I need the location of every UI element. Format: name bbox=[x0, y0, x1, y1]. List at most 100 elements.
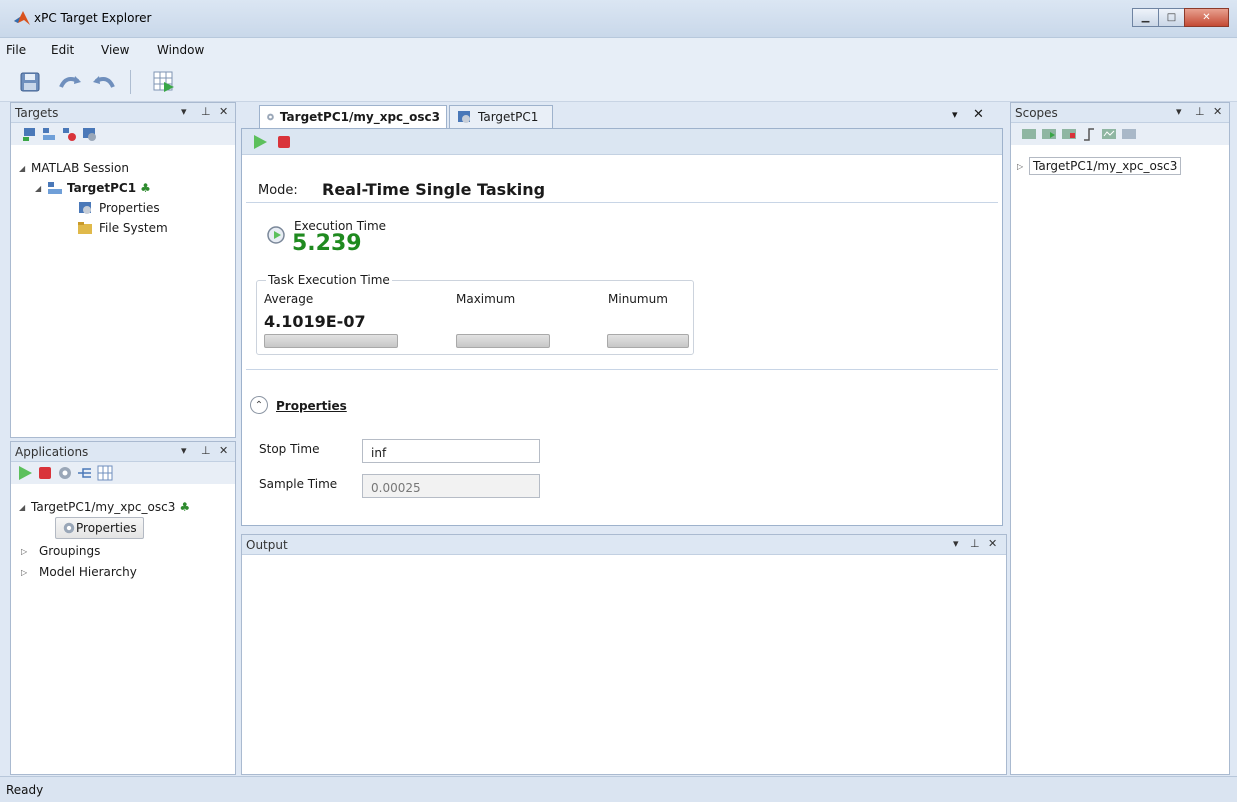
signal-icon[interactable] bbox=[77, 465, 93, 481]
start-scope-icon[interactable] bbox=[1041, 126, 1057, 142]
average-label: Average bbox=[264, 292, 314, 306]
collapse-triangle-icon[interactable]: ▷ bbox=[1017, 162, 1029, 171]
close-icon[interactable]: ✕ bbox=[219, 444, 228, 457]
tab-label: TargetPC1 bbox=[478, 110, 539, 124]
average-value: 4.1019E-07 bbox=[264, 312, 366, 331]
tab-application[interactable]: TargetPC1/my_xpc_osc3 bbox=[259, 105, 447, 128]
tree-node-scope-application[interactable]: ▷ TargetPC1/my_xpc_osc3 bbox=[1017, 157, 1182, 175]
panel-menu-icon[interactable]: ▾ bbox=[1176, 105, 1182, 118]
redo-icon[interactable] bbox=[90, 68, 118, 96]
start-icon[interactable] bbox=[252, 134, 268, 150]
targets-panel: Targets ▾ ⊥ ✕ ◢ MATLAB Session ◢ TargetP… bbox=[10, 102, 236, 438]
target-properties-icon[interactable] bbox=[81, 126, 97, 142]
trigger-icon[interactable] bbox=[1081, 126, 1097, 142]
targets-toolbar bbox=[11, 123, 235, 145]
expand-triangle-icon[interactable]: ◢ bbox=[35, 184, 47, 193]
title-bar: xPC Target Explorer ▁ □ ✕ bbox=[0, 0, 1237, 38]
scope-view-icon[interactable] bbox=[1101, 126, 1117, 142]
collapse-triangle-icon[interactable]: ▷ bbox=[21, 547, 33, 556]
close-tab-icon[interactable]: ✕ bbox=[973, 107, 984, 122]
panel-menu-icon[interactable]: ▾ bbox=[181, 444, 187, 457]
sample-time-field: 0.00025 bbox=[362, 474, 540, 498]
mode-label: Mode: bbox=[258, 183, 298, 198]
execution-time-value: 5.239 bbox=[292, 231, 362, 256]
divider bbox=[246, 202, 998, 203]
execution-clock-icon bbox=[267, 226, 285, 244]
tree-node-properties[interactable]: Properties bbox=[77, 199, 160, 217]
expand-triangle-icon[interactable]: ◢ bbox=[19, 503, 31, 512]
layout-icon[interactable] bbox=[150, 68, 178, 96]
properties-button-label: Properties bbox=[76, 521, 137, 535]
tab-menu-icon[interactable]: ▾ bbox=[952, 108, 958, 121]
status-text: Ready bbox=[6, 783, 44, 797]
close-icon[interactable]: ✕ bbox=[219, 105, 228, 118]
scope-properties-icon[interactable] bbox=[1121, 126, 1137, 142]
tree-label: TargetPC1/my_xpc_osc3 bbox=[31, 500, 176, 514]
panel-menu-icon[interactable]: ▾ bbox=[953, 537, 959, 550]
properties-button[interactable]: Properties bbox=[55, 517, 144, 539]
tree-node-file-system[interactable]: File System bbox=[77, 219, 168, 237]
targets-panel-title: Targets bbox=[15, 106, 59, 120]
scopes-panel: Scopes ▾ ⊥ ✕ ▷ TargetPC1/my_xpc_osc3 bbox=[1010, 102, 1230, 775]
start-icon[interactable] bbox=[17, 465, 33, 481]
collapse-properties-icon[interactable]: ⌃ bbox=[250, 396, 268, 414]
output-panel: Output ▾ ⊥ ✕ bbox=[241, 534, 1007, 775]
scopes-toolbar bbox=[1011, 123, 1229, 145]
disconnect-target-icon[interactable] bbox=[61, 126, 77, 142]
table-icon[interactable] bbox=[97, 465, 113, 481]
tree-label: TargetPC1 bbox=[67, 181, 137, 195]
target-computer-icon bbox=[48, 182, 62, 194]
close-window-button[interactable]: ✕ bbox=[1184, 8, 1229, 27]
collapse-triangle-icon[interactable]: ▷ bbox=[21, 568, 33, 577]
minimum-label: Minumum bbox=[608, 292, 668, 306]
minimum-bar bbox=[607, 334, 689, 348]
maximum-label: Maximum bbox=[456, 292, 516, 306]
output-panel-title: Output bbox=[246, 538, 288, 552]
tree-node-matlab-session[interactable]: ◢ MATLAB Session bbox=[19, 159, 129, 177]
pin-icon[interactable]: ⊥ bbox=[1195, 105, 1205, 118]
stop-time-input[interactable]: inf bbox=[362, 439, 540, 463]
tree-node-application[interactable]: ◢ TargetPC1/my_xpc_osc3 ♣ bbox=[19, 498, 190, 516]
close-icon[interactable]: ✕ bbox=[1213, 105, 1222, 118]
gear-icon bbox=[267, 113, 274, 121]
tree-node-groupings[interactable]: ▷ Groupings bbox=[19, 542, 100, 560]
stop-icon[interactable] bbox=[37, 465, 53, 481]
close-icon[interactable]: ✕ bbox=[988, 537, 997, 550]
application-document: Mode: Real-Time Single Tasking Execution… bbox=[241, 128, 1003, 526]
output-panel-header: Output ▾ ⊥ ✕ bbox=[242, 535, 1006, 555]
stop-icon[interactable] bbox=[276, 134, 292, 150]
scopes-panel-header: Scopes ▾ ⊥ ✕ bbox=[1011, 103, 1229, 123]
minimize-button[interactable]: ▁ bbox=[1132, 8, 1159, 27]
tree-node-model-hierarchy[interactable]: ▷ Model Hierarchy bbox=[19, 563, 137, 581]
status-bar: Ready bbox=[0, 776, 1237, 802]
pin-icon[interactable]: ⊥ bbox=[201, 444, 211, 457]
undo-icon[interactable] bbox=[56, 68, 84, 96]
menu-view[interactable]: View bbox=[101, 43, 129, 57]
tree-node-target[interactable]: ◢ TargetPC1 ♣ bbox=[35, 179, 151, 197]
pin-icon[interactable]: ⊥ bbox=[970, 537, 980, 550]
properties-header[interactable]: Properties bbox=[276, 399, 347, 413]
stop-scope-icon[interactable] bbox=[1061, 126, 1077, 142]
stop-time-label: Stop Time bbox=[259, 442, 320, 456]
tree-label: MATLAB Session bbox=[31, 161, 129, 175]
window-title: xPC Target Explorer bbox=[34, 11, 152, 25]
maximize-button[interactable]: □ bbox=[1158, 8, 1185, 27]
expand-triangle-icon[interactable]: ◢ bbox=[19, 164, 31, 173]
toolbar-separator bbox=[130, 70, 131, 94]
applications-toolbar bbox=[11, 462, 235, 484]
add-target-icon[interactable] bbox=[21, 126, 37, 142]
menu-file[interactable]: File bbox=[6, 43, 26, 57]
save-icon[interactable] bbox=[16, 68, 44, 96]
menu-edit[interactable]: Edit bbox=[51, 43, 74, 57]
properties-icon bbox=[79, 202, 91, 214]
add-scope-icon[interactable] bbox=[1021, 126, 1037, 142]
tab-label: TargetPC1/my_xpc_osc3 bbox=[279, 110, 440, 124]
gear-icon[interactable] bbox=[57, 465, 73, 481]
pin-icon[interactable]: ⊥ bbox=[201, 105, 211, 118]
connect-target-icon[interactable] bbox=[41, 126, 57, 142]
applications-panel-header: Applications ▾ ⊥ ✕ bbox=[11, 442, 235, 462]
menu-window[interactable]: Window bbox=[157, 43, 204, 57]
tab-target[interactable]: TargetPC1 bbox=[449, 105, 553, 128]
panel-menu-icon[interactable]: ▾ bbox=[181, 105, 187, 118]
applications-panel-title: Applications bbox=[15, 445, 89, 459]
